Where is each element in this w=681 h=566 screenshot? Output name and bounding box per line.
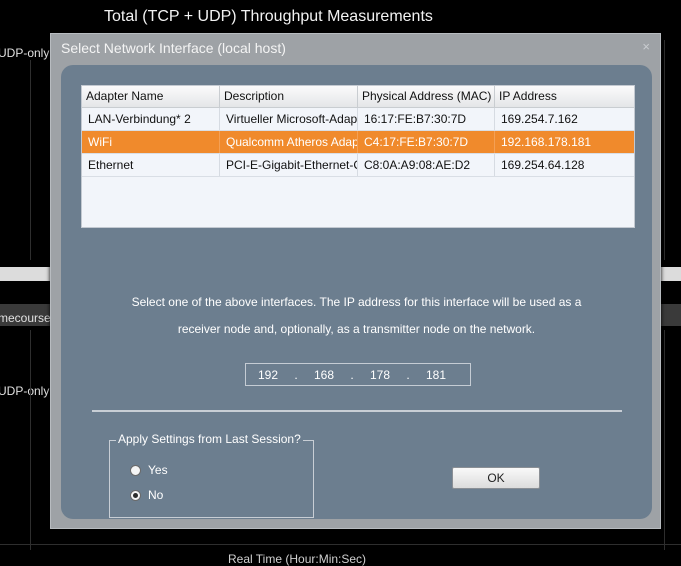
cell-ip: 169.254.7.162 bbox=[501, 112, 578, 126]
instruction-text-line1: Select one of the above interfaces. The … bbox=[131, 295, 582, 309]
background-gridline bbox=[30, 330, 31, 550]
separator-line bbox=[92, 410, 622, 412]
background-gridline bbox=[664, 40, 665, 260]
cell-description: PCI-E-Gigabit-Ethernet-Controller bbox=[220, 154, 358, 176]
table-row[interactable]: LAN-Verbindung* 2 Virtueller Microsoft-A… bbox=[82, 108, 634, 131]
radio-no[interactable] bbox=[130, 489, 141, 501]
column-header-description[interactable]: Description bbox=[220, 86, 358, 107]
cell-ip: 192.168.178.181 bbox=[501, 135, 592, 149]
radio-no-row[interactable]: No bbox=[130, 488, 163, 502]
network-interface-dialog: Select Network Interface (local host) × … bbox=[50, 33, 661, 529]
cell-description: Virtueller Microsoft-Adapter bbox=[220, 108, 358, 130]
radio-yes-row[interactable]: Yes bbox=[130, 463, 168, 477]
background-label-udp-top: UDP-only bbox=[0, 46, 50, 60]
radio-yes[interactable] bbox=[130, 464, 141, 476]
cell-adapter-name: Ethernet bbox=[82, 154, 220, 176]
cell-mac: 16:17:FE:B7:30:7D bbox=[358, 108, 495, 130]
ip-octet-1[interactable]: 192 bbox=[246, 368, 290, 382]
ip-octet-3[interactable]: 178 bbox=[358, 368, 402, 382]
background-chart-title: Total (TCP + UDP) Throughput Measurement… bbox=[104, 8, 433, 25]
ip-dot: . bbox=[350, 367, 354, 382]
ok-button[interactable]: OK bbox=[452, 467, 540, 489]
dialog-title: Select Network Interface (local host) bbox=[61, 40, 286, 56]
background-gridline bbox=[664, 330, 665, 550]
background-axis-line bbox=[0, 544, 681, 545]
table-row[interactable]: Ethernet PCI-E-Gigabit-Ethernet-Controll… bbox=[82, 154, 634, 177]
interface-table: Adapter Name Description Physical Addres… bbox=[81, 85, 635, 228]
dialog-client-area: Adapter Name Description Physical Addres… bbox=[61, 65, 652, 519]
table-row-selected[interactable]: WiFi Qualcomm Atheros Adapter C4:17:FE:B… bbox=[82, 131, 634, 154]
background-axis-label: Real Time (Hour:Min:Sec) bbox=[228, 552, 367, 566]
background-label-udp-mid: UDP-only bbox=[0, 384, 50, 398]
cell-adapter-name: WiFi bbox=[82, 131, 220, 153]
column-header-ip[interactable]: IP Address bbox=[495, 86, 634, 107]
ip-octet-4[interactable]: 181 bbox=[414, 368, 458, 382]
ip-octet-2[interactable]: 168 bbox=[302, 368, 346, 382]
cell-mac: C4:17:FE:B7:30:7D bbox=[358, 131, 495, 153]
cell-description: Qualcomm Atheros Adapter bbox=[220, 131, 358, 153]
radio-no-label: No bbox=[148, 488, 164, 502]
cell-ip: 169.254.64.128 bbox=[501, 158, 585, 172]
cell-adapter-name: LAN-Verbindung* 2 bbox=[82, 108, 220, 130]
column-header-adapter-name[interactable]: Adapter Name bbox=[82, 86, 220, 107]
cell-mac: C8:0A:A9:08:AE:D2 bbox=[358, 154, 495, 176]
groupbox-legend: Apply Settings from Last Session? bbox=[116, 432, 303, 446]
ip-dot: . bbox=[406, 367, 410, 382]
background-gridline bbox=[30, 60, 31, 260]
close-icon[interactable]: × bbox=[642, 39, 650, 54]
column-header-mac[interactable]: Physical Address (MAC) bbox=[358, 86, 495, 107]
ip-dot: . bbox=[294, 367, 298, 382]
ip-address-field[interactable]: 192 . 168 . 178 . 181 bbox=[245, 363, 471, 386]
instruction-text-line2: receiver node and, optionally, as a tran… bbox=[177, 322, 536, 336]
settings-groupbox: Apply Settings from Last Session? Yes No bbox=[109, 432, 314, 518]
radio-yes-label: Yes bbox=[148, 463, 168, 477]
table-header: Adapter Name Description Physical Addres… bbox=[82, 86, 634, 108]
